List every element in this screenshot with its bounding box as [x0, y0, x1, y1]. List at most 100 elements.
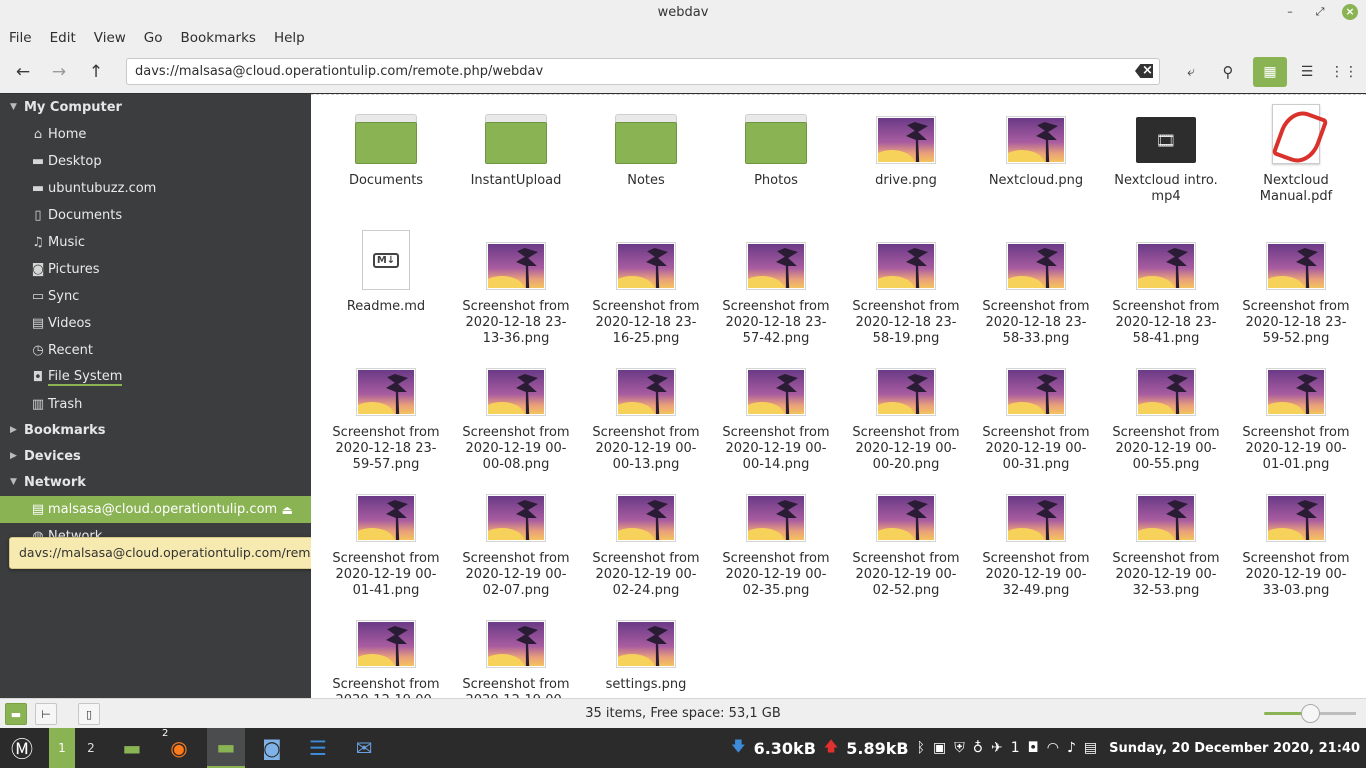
file-item[interactable]: Screenshot from 2020-12-19 00- [321, 605, 451, 698]
sidebar-item-music[interactable]: ♫ Music [0, 229, 311, 256]
file-item[interactable]: Screenshot from 2020-12-19 00- 00-13.png [581, 353, 711, 479]
folder-item[interactable]: Photos [711, 101, 841, 227]
file-name: Screenshot from 2020-12-18 23- 13-36.png [462, 299, 570, 346]
eject-icon[interactable]: ⏏ [282, 503, 293, 517]
file-item[interactable]: Screenshot from 2020-12-19 00- 01-01.png [1231, 353, 1361, 479]
file-item[interactable]: M↓ Readme.md [321, 227, 451, 353]
file-item[interactable]: 🎞 Nextcloud intro. mp4 [1101, 101, 1231, 227]
sidebar-item-home[interactable]: ⌂ Home [0, 121, 311, 148]
sidebar-item-file-system[interactable]: ◘ File System [0, 364, 311, 391]
toggle-location-icon[interactable]: ⤶ [1176, 58, 1206, 86]
list-view-icon[interactable]: ☰ [1292, 58, 1322, 86]
update-icon[interactable]: ◘ [1028, 740, 1039, 756]
workspace-2[interactable]: 2 [78, 728, 104, 768]
files-launcher-icon[interactable]: ▬ [113, 728, 151, 768]
file-item[interactable]: Screenshot from 2020-12-18 23- 57-42.png [711, 227, 841, 353]
upload-arrow-icon: 🡅 [823, 739, 839, 755]
clock[interactable]: Sunday, 20 December 2020, 21:40 [1109, 741, 1360, 756]
close-button[interactable]: × [1342, 4, 1358, 20]
menu-file[interactable]: File [9, 30, 41, 46]
image-thumbnail-icon [875, 229, 937, 291]
file-item[interactable]: Screenshot from 2020-12-19 00- 00-20.png [841, 353, 971, 479]
minimize-button[interactable]: – [1282, 4, 1298, 20]
maximize-button[interactable]: ⤢ [1312, 4, 1328, 20]
folder-item[interactable]: Documents [321, 101, 451, 227]
zoom-slider-handle[interactable] [1301, 704, 1320, 723]
sidebar-item-ubuntubuzz[interactable]: ▬ ubuntubuzz.com [0, 175, 311, 202]
compact-view-icon[interactable]: ⋮⋮ [1329, 58, 1359, 86]
file-item[interactable]: Screenshot from 2020-12-18 23- 58-33.png [971, 227, 1101, 353]
menu-edit[interactable]: Edit [50, 30, 85, 46]
file-item[interactable]: Screenshot from 2020-12-19 00- 32-49.png [971, 479, 1101, 605]
bluetooth-icon[interactable]: ᛒ [917, 740, 925, 756]
file-item[interactable]: Screenshot from 2020-12-19 00- 00-31.png [971, 353, 1101, 479]
sidebar-item-sync[interactable]: ▭ Sync [0, 283, 311, 310]
file-item[interactable]: Screenshot from 2020-12-19 00- [451, 605, 581, 698]
file-item[interactable]: Screenshot from 2020-12-19 00- 01-41.png [321, 479, 451, 605]
file-item[interactable]: settings.png [581, 605, 711, 698]
file-item[interactable]: Screenshot from 2020-12-18 23- 16-25.png [581, 227, 711, 353]
nemo-window-icon[interactable]: ▬ [207, 728, 245, 768]
address-bar[interactable]: davs://malsasa@cloud.operationtulip.com/… [126, 58, 1160, 85]
file-item[interactable]: Screenshot from 2020-12-19 00- 02-52.png [841, 479, 971, 605]
menu-bookmarks[interactable]: Bookmarks [181, 30, 265, 46]
up-arrow-icon[interactable]: ↑ [81, 58, 111, 86]
mail-icon[interactable]: ✉ [345, 728, 383, 768]
notifications-icon[interactable]: ✈ [991, 740, 1003, 756]
sidebar-item-videos[interactable]: ▤ Videos [0, 310, 311, 337]
sidebar-item-trash[interactable]: ▥ Trash [0, 391, 311, 418]
section-bookmarks[interactable]: ▶ Bookmarks [0, 417, 311, 443]
sidebar-item-pictures[interactable]: ◙ Pictures [0, 256, 311, 283]
forward-arrow-icon[interactable]: → [44, 58, 74, 86]
workspace-1[interactable]: 1 [49, 728, 75, 768]
search-icon[interactable]: ⚲ [1213, 58, 1243, 86]
file-item[interactable]: Screenshot from 2020-12-19 00- 00-55.png [1101, 353, 1231, 479]
firefox-badge: 2 [162, 728, 169, 739]
file-item[interactable]: Screenshot from 2020-12-19 00- 00-08.png [451, 353, 581, 479]
folder-icon [745, 103, 807, 165]
screenshot-icon[interactable]: ◙ [253, 728, 291, 768]
shield-icon[interactable]: ⛨ [954, 740, 965, 756]
file-item[interactable]: Screenshot from 2020-12-19 00- 02-24.png [581, 479, 711, 605]
clipboard-icon[interactable]: ▣ [933, 740, 946, 756]
file-item[interactable]: Screenshot from 2020-12-18 23- 58-19.png [841, 227, 971, 353]
file-item[interactable]: Screenshot from 2020-12-19 00- 32-53.png [1101, 479, 1231, 605]
sidebar-item-desktop[interactable]: ▬ Desktop [0, 148, 311, 175]
section-my-computer[interactable]: ▼ My Computer [0, 94, 311, 120]
file-item[interactable]: Screenshot from 2020-12-19 00- 02-07.png [451, 479, 581, 605]
calendar-icon[interactable]: ▤ [1084, 740, 1097, 756]
menu-help[interactable]: Help [274, 30, 314, 46]
file-item[interactable]: Nextcloud.png [971, 101, 1101, 227]
folder-item[interactable]: InstantUpload [451, 101, 581, 227]
firefox-icon[interactable]: ◉ 2 [160, 728, 198, 768]
file-item[interactable]: drive.png [841, 101, 971, 227]
sidebar-item-documents[interactable]: ▯ Documents [0, 202, 311, 229]
folder-item[interactable]: Notes [581, 101, 711, 227]
file-item[interactable]: Nextcloud Manual.pdf [1231, 101, 1361, 227]
file-item[interactable]: Screenshot from 2020-12-19 00- 02-35.png [711, 479, 841, 605]
menu-view[interactable]: View [94, 30, 135, 46]
clear-address-icon[interactable] [1135, 64, 1153, 78]
volume-icon[interactable]: ♪ [1067, 740, 1076, 756]
icon-view-icon[interactable]: ▦ [1253, 57, 1287, 87]
writer-icon[interactable]: ☰ [299, 728, 337, 768]
file-name: settings.png [605, 677, 687, 692]
sidebar-item-webdav-mount[interactable]: ▤ malsasa@cloud.operationtulip.com ⏏ [0, 496, 311, 523]
section-network[interactable]: ▼ Network [0, 469, 311, 495]
file-item[interactable]: Screenshot from 2020-12-19 00- 33-03.png [1231, 479, 1361, 605]
wifi-icon[interactable]: ◠ [1047, 740, 1059, 756]
file-item[interactable]: Screenshot from 2020-12-18 23- 13-36.png [451, 227, 581, 353]
mint-menu-icon[interactable]: Ⓜ [4, 728, 40, 768]
menu-go[interactable]: Go [144, 30, 172, 46]
back-arrow-icon[interactable]: ← [8, 58, 38, 86]
address-text: davs://malsasa@cloud.operationtulip.com/… [135, 64, 544, 79]
redshift-icon[interactable]: ♁ [973, 740, 983, 756]
file-item[interactable]: Screenshot from 2020-12-19 00- 00-14.png [711, 353, 841, 479]
section-devices[interactable]: ▶ Devices [0, 443, 311, 469]
file-item[interactable]: Screenshot from 2020-12-18 23- 59-57.png [321, 353, 451, 479]
file-item[interactable]: Screenshot from 2020-12-18 23- 58-41.png [1101, 227, 1231, 353]
file-item[interactable]: Screenshot from 2020-12-18 23- 59-52.png [1231, 227, 1361, 353]
image-thumbnail-icon [745, 481, 807, 543]
taskbar: Ⓜ 1 2 ▬ ◉ 2 ▬ ◙ ☰ ✉ 🡇 6.30kB 🡅 5.89kB ᛒ ▣… [0, 728, 1366, 768]
sidebar-item-recent[interactable]: ◷ Recent [0, 337, 311, 364]
